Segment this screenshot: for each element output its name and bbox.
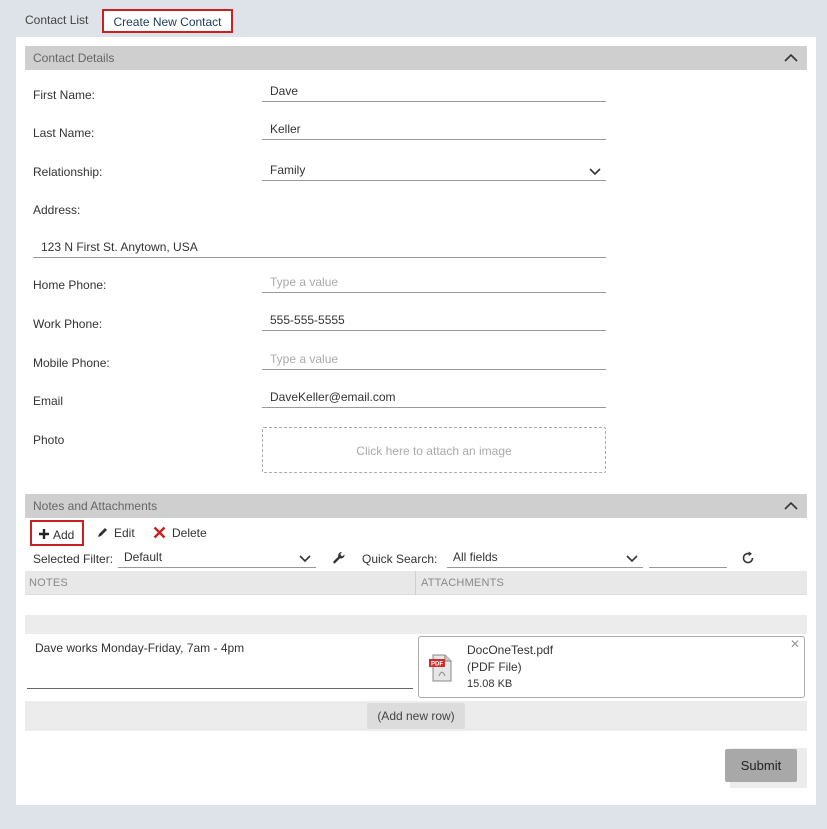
tab-create-new-contact[interactable]: Create New Contact xyxy=(102,9,233,33)
email-label: Email xyxy=(33,394,64,408)
quick-search-field-value: All fields xyxy=(453,550,498,564)
delete-button-label: Delete xyxy=(172,526,207,540)
address-label: Address: xyxy=(33,203,81,217)
photo-dropzone-text: Click here to attach an image xyxy=(356,444,512,458)
note-underline xyxy=(27,688,413,689)
work-phone-value: 555-555-5555 xyxy=(270,313,345,327)
pencil-icon xyxy=(98,528,107,537)
x-icon xyxy=(153,526,166,539)
note-cell[interactable]: Dave works Monday-Friday, 7am - 4pm xyxy=(35,641,244,655)
notes-attachments-header[interactable]: Notes and Attachments xyxy=(25,494,807,518)
email-field[interactable]: DaveKeller@email.com xyxy=(262,388,606,408)
contact-details-header[interactable]: Contact Details xyxy=(25,46,807,70)
column-notes[interactable]: NOTES xyxy=(29,577,68,589)
column-attachments[interactable]: ATTACHMENTS xyxy=(421,577,504,589)
pdf-file-icon: PDF xyxy=(429,654,452,682)
work-phone-label: Work Phone: xyxy=(33,317,103,331)
close-icon[interactable]: ✕ xyxy=(790,637,800,651)
mobile-phone-placeholder: Type a value xyxy=(270,352,339,366)
chevron-down-icon xyxy=(626,555,638,563)
relationship-label: Relationship: xyxy=(33,165,103,179)
section-title: Contact Details xyxy=(33,51,115,65)
mobile-phone-field[interactable]: Type a value xyxy=(262,350,606,370)
refresh-icon[interactable] xyxy=(741,551,755,565)
chevron-down-icon xyxy=(589,168,601,176)
mobile-phone-label: Mobile Phone: xyxy=(33,356,110,370)
home-phone-label: Home Phone: xyxy=(33,278,107,292)
add-button[interactable]: Add xyxy=(30,520,84,546)
submit-button[interactable]: Submit xyxy=(725,749,797,782)
last-name-label: Last Name: xyxy=(33,126,95,140)
quick-search-input[interactable] xyxy=(649,548,727,568)
photo-label: Photo xyxy=(33,433,65,447)
chevron-down-icon xyxy=(299,555,311,563)
grid-header: NOTES ATTACHMENTS xyxy=(25,571,807,595)
svg-text:PDF: PDF xyxy=(431,662,443,668)
delete-button[interactable]: Delete xyxy=(147,520,215,546)
photo-dropzone[interactable]: Click here to attach an image xyxy=(262,427,606,473)
selected-filter-label: Selected Filter: xyxy=(33,552,114,566)
tab-contact-list[interactable]: Contact List xyxy=(25,9,88,33)
attachment-size: 15.08 KB xyxy=(467,678,513,690)
last-name-field[interactable]: Keller xyxy=(262,120,606,140)
quick-search-label: Quick Search: xyxy=(362,552,438,566)
tab-bar: Contact List Create New Contact xyxy=(0,0,827,36)
wrench-icon[interactable] xyxy=(332,551,346,565)
home-phone-field[interactable]: Type a value xyxy=(262,273,606,293)
edit-button-label: Edit xyxy=(114,526,135,540)
address-field[interactable]: 123 N First St. Anytown, USA xyxy=(33,238,606,258)
first-name-value: Dave xyxy=(270,84,299,98)
email-value: DaveKeller@email.com xyxy=(270,390,396,404)
add-new-row-button[interactable]: (Add new row) xyxy=(367,703,465,729)
column-divider xyxy=(415,571,416,595)
relationship-select[interactable]: Family xyxy=(262,161,606,181)
attachment-type: (PDF File) xyxy=(467,660,522,674)
address-value: 123 N First St. Anytown, USA xyxy=(41,240,198,254)
chevron-up-icon[interactable] xyxy=(783,50,799,66)
first-name-field[interactable]: Dave xyxy=(262,82,606,102)
quick-search-field-select[interactable]: All fields xyxy=(447,548,643,568)
relationship-value: Family xyxy=(270,163,306,177)
filter-value: Default xyxy=(124,550,163,564)
attachment-name[interactable]: DocOneTest.pdf xyxy=(467,643,553,657)
first-name-label: First Name: xyxy=(33,88,96,102)
last-name-value: Keller xyxy=(270,122,301,136)
grid-stripe xyxy=(25,615,807,634)
add-button-label: Add xyxy=(53,528,75,542)
edit-button[interactable]: Edit xyxy=(90,520,140,546)
filter-select[interactable]: Default xyxy=(118,548,316,568)
work-phone-field[interactable]: 555-555-5555 xyxy=(262,311,606,331)
form-card: Contact Details First Name: Dave Last Na… xyxy=(16,37,816,805)
attachment-card[interactable]: ✕ PDF DocOneTest.pdf (PDF File) 15.08 KB xyxy=(418,636,805,698)
section-title: Notes and Attachments xyxy=(33,499,158,513)
plus-icon xyxy=(39,529,49,539)
home-phone-placeholder: Type a value xyxy=(270,275,339,289)
chevron-up-icon[interactable] xyxy=(783,498,799,514)
